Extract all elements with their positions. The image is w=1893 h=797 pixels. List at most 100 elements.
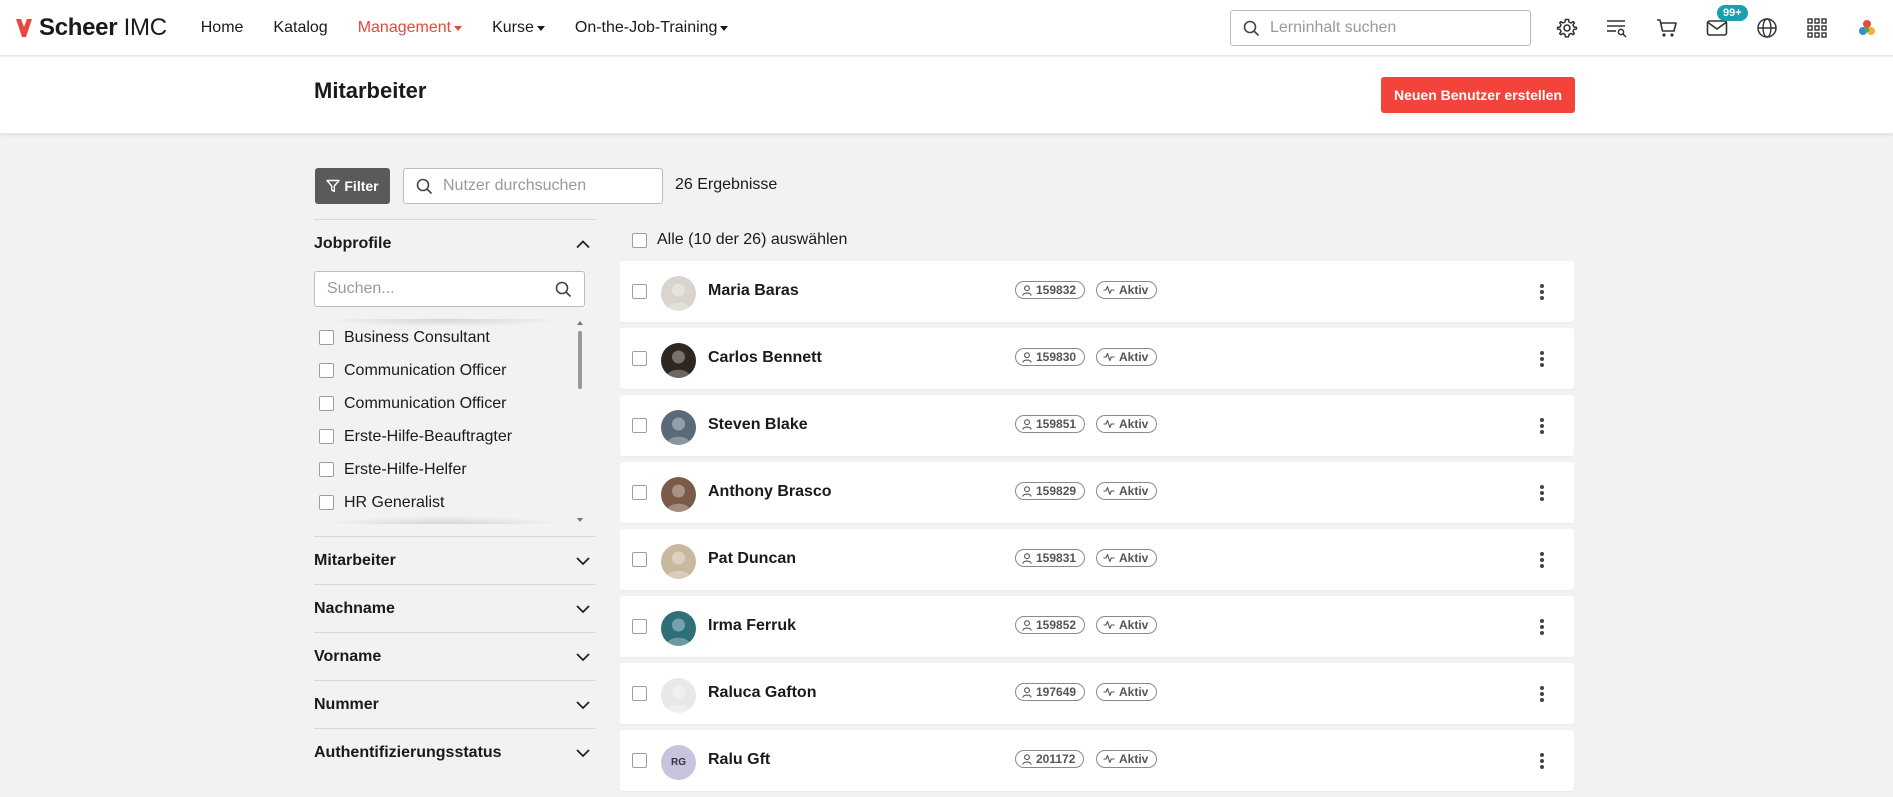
cart-icon[interactable]	[1654, 15, 1680, 41]
jobprofile-option[interactable]: Business Consultant	[314, 321, 585, 354]
scroll-up-arrow-icon[interactable]	[577, 321, 583, 325]
gear-icon[interactable]	[1554, 15, 1580, 41]
nav-item-label: Katalog	[273, 18, 328, 36]
jobprofile-option-checkbox[interactable]	[319, 429, 334, 444]
jobprofile-option-label: Communication Officer	[344, 394, 507, 412]
nav-item-katalog[interactable]: Katalog	[273, 19, 327, 37]
more-options-icon[interactable]	[1538, 616, 1546, 638]
select-all-checkbox[interactable]	[632, 232, 647, 248]
mail-icon[interactable]: 99+	[1704, 5, 1748, 41]
nav-item-home[interactable]: Home	[201, 19, 244, 37]
more-options-icon[interactable]	[1538, 348, 1546, 370]
user-name[interactable]: Raluca Gafton	[708, 684, 816, 702]
avatar	[661, 611, 696, 646]
jobprofile-search[interactable]	[314, 271, 585, 307]
nav-item-kurse[interactable]: Kurse	[492, 19, 545, 37]
scrollbar-thumb[interactable]	[578, 331, 582, 389]
user-row-checkbox[interactable]	[632, 418, 647, 433]
scroll-down-arrow-icon[interactable]	[577, 518, 583, 522]
app-grid-icon[interactable]	[1804, 15, 1830, 41]
filter-section-title: Authentifizierungsstatus	[314, 743, 502, 761]
user-search[interactable]	[403, 168, 663, 204]
more-options-icon[interactable]	[1538, 750, 1546, 772]
jobprofile-option[interactable]: Erste-Hilfe-Helfer	[314, 453, 585, 486]
user-id: 159829	[1036, 484, 1077, 498]
user-row[interactable]: Irma Ferruk 159852 Aktiv	[620, 596, 1574, 657]
jobprofile-option-checkbox[interactable]	[319, 396, 334, 411]
user-name[interactable]: Carlos Bennett	[708, 349, 822, 367]
globe-icon[interactable]	[1754, 15, 1780, 41]
jobprofile-option-checkbox[interactable]	[319, 363, 334, 378]
more-options-icon[interactable]	[1538, 415, 1546, 437]
user-row-checkbox[interactable]	[632, 485, 647, 500]
jobprofile-option-checkbox[interactable]	[319, 330, 334, 345]
filter-section-header[interactable]: Nummer	[314, 681, 595, 728]
jobprofile-option[interactable]: Erste-Hilfe-Beauftragter	[314, 420, 585, 453]
more-options-icon[interactable]	[1538, 549, 1546, 571]
user-name[interactable]: Steven Blake	[708, 416, 808, 434]
select-all[interactable]: Alle (10 der 26) auswählen	[632, 231, 847, 249]
user-row-checkbox[interactable]	[632, 753, 647, 768]
activity-icon	[1103, 687, 1115, 697]
user-row[interactable]: Pat Duncan 159831 Aktiv	[620, 529, 1574, 590]
user-search-input[interactable]	[443, 177, 643, 195]
user-name[interactable]: Pat Duncan	[708, 550, 796, 568]
filter-button[interactable]: Filter	[315, 168, 390, 204]
nav-item-label: On-the-Job-Training	[574, 18, 718, 36]
filter-section-header[interactable]: Mitarbeiter	[314, 537, 595, 584]
brand-logo[interactable]: Scheer IMC	[15, 0, 167, 56]
user-row-checkbox[interactable]	[632, 284, 647, 299]
content-search-input[interactable]	[1270, 19, 1510, 37]
user-row[interactable]: Carlos Bennett 159830 Aktiv	[620, 328, 1574, 389]
user-photo-icon	[666, 618, 691, 646]
jobprofile-search-input[interactable]	[327, 280, 537, 298]
chevron-down-icon	[576, 700, 590, 709]
more-options-icon[interactable]	[1538, 683, 1546, 705]
user-id-chip: 159851	[1015, 415, 1086, 433]
user-name[interactable]: Ralu Gft	[708, 751, 770, 769]
status-label: Aktiv	[1119, 350, 1149, 364]
profile-logo-icon[interactable]	[1854, 15, 1880, 41]
nav-item-label: Kurse	[492, 18, 534, 36]
status-label: Aktiv	[1119, 752, 1149, 766]
user-row-checkbox[interactable]	[632, 552, 647, 567]
jobprofile-option-label: Erste-Hilfe-Helfer	[344, 460, 467, 478]
filter-section-header[interactable]: Vorname	[314, 633, 595, 680]
filter-section-title: Jobprofile	[314, 234, 392, 252]
user-name[interactable]: Irma Ferruk	[708, 617, 796, 635]
user-row[interactable]: Maria Baras 159832 Aktiv	[620, 261, 1574, 322]
filter-section-header[interactable]: Jobprofile	[314, 220, 595, 267]
more-options-icon[interactable]	[1538, 281, 1546, 303]
result-count: 26 Ergebnisse	[675, 176, 778, 193]
user-row-checkbox[interactable]	[632, 686, 647, 701]
user-row[interactable]: Steven Blake 159851 Aktiv	[620, 395, 1574, 456]
user-name[interactable]: Anthony Brasco	[708, 483, 832, 501]
user-name[interactable]: Maria Baras	[708, 282, 799, 300]
jobprofile-option[interactable]: HR Generalist	[314, 486, 585, 519]
filter-section-vorname: Vorname	[314, 632, 595, 680]
filter-section-header[interactable]: Nachname	[314, 585, 595, 632]
jobprofile-option[interactable]: Communication Officer	[314, 354, 585, 387]
new-user-button[interactable]: Neuen Benutzer erstellen	[1381, 77, 1575, 113]
jobprofile-option[interactable]: Communication Officer	[314, 387, 585, 420]
user-row[interactable]: RG Ralu Gft 201172 Aktiv	[620, 730, 1574, 791]
more-options-icon[interactable]	[1538, 482, 1546, 504]
filter-section-header[interactable]: Authentifizierungsstatus	[314, 729, 595, 776]
person-icon	[1022, 485, 1032, 497]
person-icon	[1022, 753, 1032, 765]
content-search[interactable]	[1230, 10, 1531, 46]
user-row-checkbox[interactable]	[632, 351, 647, 366]
nav-item-on-the-job-training[interactable]: On-the-Job-Training	[575, 19, 729, 37]
jobprofile-option-checkbox[interactable]	[319, 462, 334, 477]
user-row-checkbox[interactable]	[632, 619, 647, 634]
jobprofile-option-checkbox[interactable]	[319, 495, 334, 510]
jobprofile-scrollbar[interactable]	[575, 319, 585, 524]
status-label: Aktiv	[1119, 551, 1149, 565]
user-row[interactable]: Raluca Gafton 197649 Aktiv	[620, 663, 1574, 724]
user-photo-icon	[666, 484, 691, 512]
user-id: 159852	[1036, 618, 1077, 632]
playlist-search-icon[interactable]	[1604, 15, 1630, 41]
status-badge: Aktiv	[1096, 281, 1158, 299]
user-row[interactable]: Anthony Brasco 159829 Aktiv	[620, 462, 1574, 523]
nav-item-management[interactable]: Management	[358, 19, 463, 37]
